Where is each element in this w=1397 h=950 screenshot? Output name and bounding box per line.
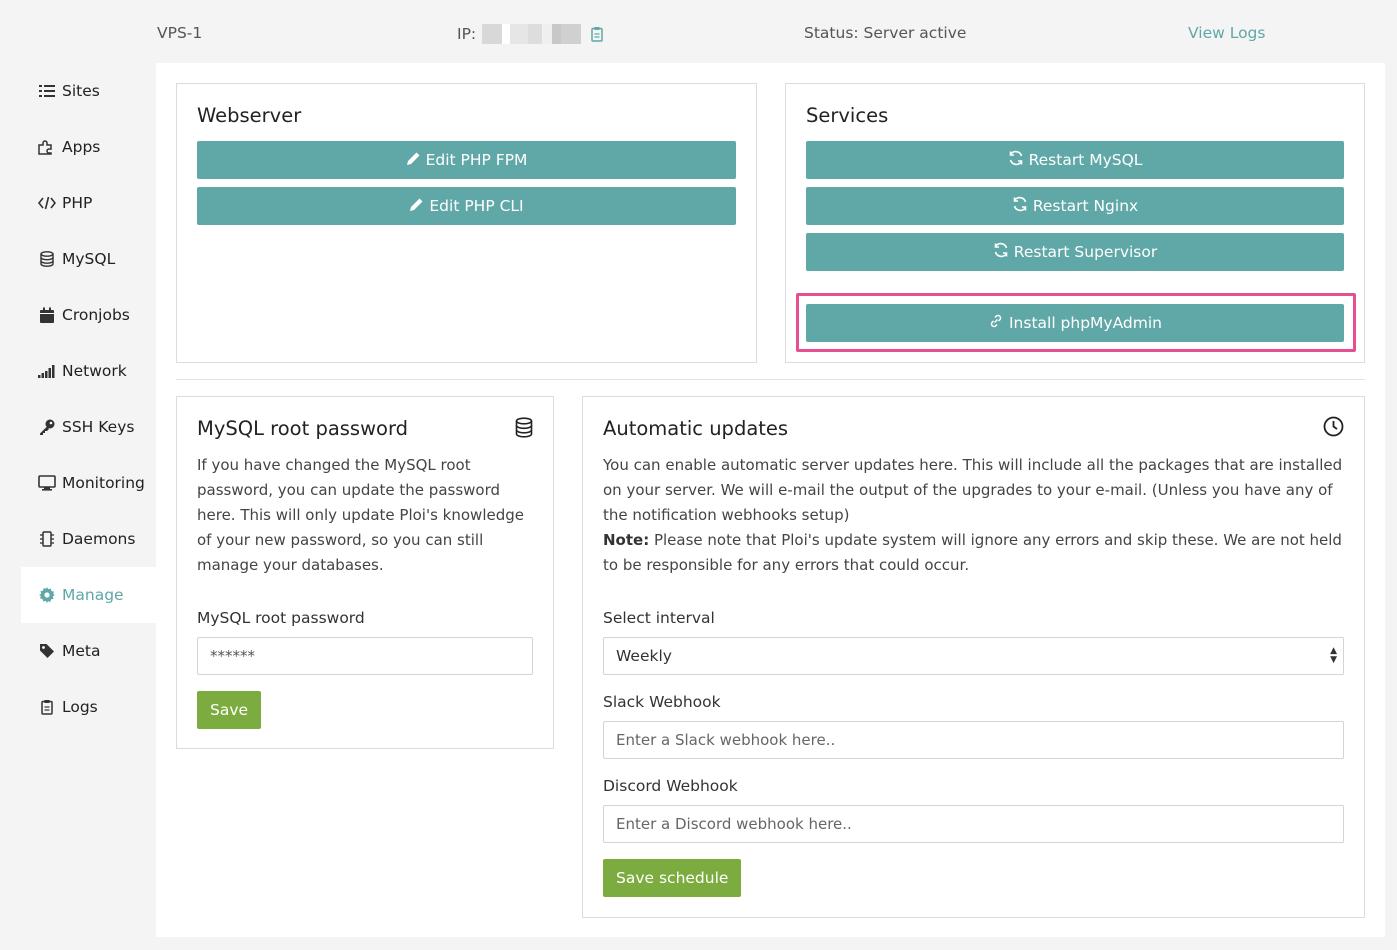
sidebar-item-apps[interactable]: Apps (21, 119, 156, 175)
ip-address: IP: (457, 24, 603, 44)
sidebar-item-mysql[interactable]: MySQL (21, 231, 156, 287)
restart-nginx-button[interactable]: Restart Nginx (806, 187, 1344, 225)
link-icon (988, 313, 1004, 333)
refresh-icon (1012, 196, 1028, 216)
install-phpmyadmin-button[interactable]: Install phpMyAdmin (806, 304, 1344, 342)
clock-icon (1323, 416, 1344, 441)
main-content: Webserver Edit PHP FPM Edit PHP CLI Serv… (156, 63, 1385, 937)
restart-mysql-label: Restart MySQL (1028, 151, 1143, 169)
clipboard-icon (38, 698, 56, 716)
mysql-password-description: If you have changed the MySQL root passw… (197, 456, 524, 574)
signal-icon (38, 362, 56, 380)
sidebar-item-label: MySQL (62, 250, 116, 268)
sidebar-item-label: Network (62, 362, 127, 380)
sidebar-item-sites[interactable]: Sites (21, 63, 156, 119)
restart-supervisor-label: Restart Supervisor (1013, 243, 1158, 261)
top-bar: VPS-1 IP: Status: Server active View Log… (0, 0, 1397, 63)
sidebar-item-label: Manage (62, 586, 124, 604)
sidebar-item-cronjobs[interactable]: Cronjobs (21, 287, 156, 343)
sidebar-item-logs[interactable]: Logs (21, 679, 156, 735)
puzzle-icon (38, 138, 56, 156)
sidebar-item-ssh-keys[interactable]: SSH Keys (21, 399, 156, 455)
ip-redacted (482, 24, 582, 44)
server-status: Status: Server active (804, 24, 967, 42)
automatic-updates-card: Automatic updates You can enable automat… (582, 396, 1365, 918)
sidebar-item-label: Sites (62, 82, 100, 100)
section-divider (176, 379, 1365, 380)
ip-label: IP: (457, 25, 477, 43)
save-password-button[interactable]: Save (197, 691, 262, 729)
pencil-icon (406, 151, 421, 170)
sidebar-item-label: Daemons (62, 530, 136, 548)
services-card: Services Restart MySQL Restart Nginx Res… (785, 83, 1365, 363)
refresh-icon (993, 242, 1009, 262)
note-text: Please note that Ploi's update system wi… (603, 531, 1342, 574)
save-schedule-button[interactable]: Save schedule (603, 859, 742, 897)
automatic-updates-description: You can enable automatic server updates … (603, 453, 1348, 578)
automatic-updates-title: Automatic updates (603, 417, 789, 440)
server-name: VPS-1 (157, 24, 203, 42)
daemon-icon (38, 530, 56, 548)
sidebar-item-label: SSH Keys (62, 418, 135, 436)
edit-php-fpm-button[interactable]: Edit PHP FPM (197, 141, 736, 179)
gear-icon (38, 586, 56, 604)
mysql-password-input[interactable] (197, 637, 533, 675)
discord-webhook-input[interactable] (603, 805, 1344, 843)
select-arrows-icon: ▲ ▼ (1330, 646, 1337, 665)
copy-clipboard-icon[interactable] (591, 26, 603, 42)
sidebar-item-monitoring[interactable]: Monitoring (21, 455, 156, 511)
key-icon (38, 418, 56, 436)
sidebar-item-label: Meta (62, 642, 101, 660)
sidebar-item-meta[interactable]: Meta (21, 623, 156, 679)
restart-supervisor-button[interactable]: Restart Supervisor (806, 233, 1344, 271)
list-icon (38, 82, 56, 100)
mysql-password-label: MySQL root password (197, 609, 365, 627)
sidebar-item-label: PHP (62, 194, 93, 212)
slack-webhook-label: Slack Webhook (603, 693, 721, 711)
sidebar-item-label: Monitoring (62, 474, 145, 492)
sidebar-item-daemons[interactable]: Daemons (21, 511, 156, 567)
install-phpmyadmin-label: Install phpMyAdmin (1008, 314, 1163, 332)
restart-nginx-label: Restart Nginx (1032, 197, 1139, 215)
sidebar-item-php[interactable]: PHP (21, 175, 156, 231)
interval-label: Select interval (603, 609, 715, 627)
edit-php-cli-label: Edit PHP CLI (429, 197, 524, 215)
view-logs-link[interactable]: View Logs (1188, 24, 1265, 42)
slack-webhook-input[interactable] (603, 721, 1344, 759)
database-icon (38, 250, 56, 268)
refresh-icon (1008, 150, 1024, 170)
sidebar-item-network[interactable]: Network (21, 343, 156, 399)
note-label: Note: (603, 531, 650, 549)
calendar-icon (38, 306, 56, 324)
updates-description-text: You can enable automatic server updates … (603, 456, 1343, 524)
edit-php-fpm-label: Edit PHP FPM (425, 151, 528, 169)
webserver-card: Webserver Edit PHP FPM Edit PHP CLI (176, 83, 757, 363)
desktop-icon (38, 474, 56, 492)
tag-icon (38, 642, 56, 660)
services-title: Services (806, 104, 889, 127)
sidebar-item-manage[interactable]: Manage (21, 567, 156, 623)
code-icon (38, 194, 56, 212)
sidebar: Sites Apps PHP MySQL Cronjobs Network SS… (21, 63, 156, 735)
interval-select[interactable]: Weekly ▲ ▼ (603, 637, 1344, 675)
restart-mysql-button[interactable]: Restart MySQL (806, 141, 1344, 179)
interval-selected-value: Weekly (616, 647, 672, 665)
sidebar-item-label: Logs (62, 698, 98, 716)
sidebar-item-label: Cronjobs (62, 306, 130, 324)
discord-webhook-label: Discord Webhook (603, 777, 738, 795)
mysql-password-card: MySQL root password If you have changed … (176, 396, 554, 749)
mysql-password-title: MySQL root password (197, 417, 409, 440)
sidebar-item-label: Apps (62, 138, 101, 156)
database-icon (515, 417, 533, 442)
pencil-icon (409, 197, 424, 216)
edit-php-cli-button[interactable]: Edit PHP CLI (197, 187, 736, 225)
webserver-title: Webserver (197, 104, 302, 127)
